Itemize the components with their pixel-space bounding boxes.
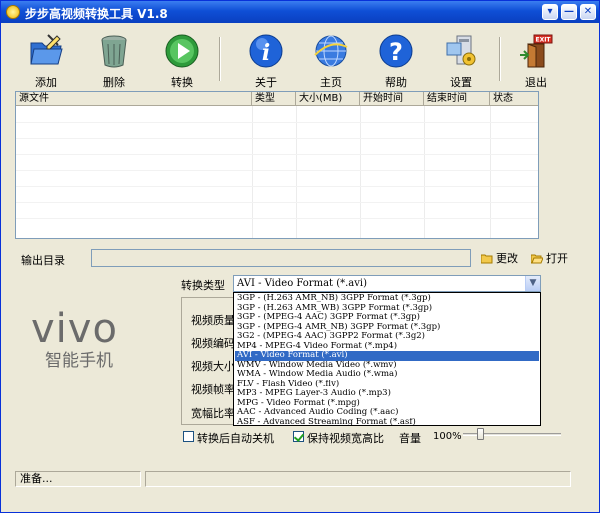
globe-icon [314, 35, 348, 67]
format-option[interactable]: 3GP - (H.263 AMR_NB) 3GPP Format (*.3gp) [235, 294, 539, 304]
settings-label: 设置 [450, 76, 472, 89]
minimize-button[interactable]: — [561, 4, 577, 20]
info-mark: i [262, 40, 270, 66]
grid-row-line [16, 122, 538, 123]
convert-type-dropdown-list[interactable]: 3GP - (H.263 AMR_NB) 3GPP Format (*.3gp)… [233, 292, 541, 426]
trash-icon [101, 35, 127, 68]
open-folder-icon [531, 254, 543, 264]
change-dir-label: 更改 [496, 252, 518, 265]
column-size[interactable]: 大小(MB) [296, 92, 360, 106]
help-button[interactable]: ? 帮助 [367, 31, 425, 89]
format-option[interactable]: FLV - Flash Video (*.flv) [235, 380, 539, 390]
aspect-ratio-label: 宽幅比率 [191, 407, 235, 420]
format-option[interactable]: WMA - Window Media Audio (*.wma) [235, 370, 539, 380]
video-codec-label: 视频编码 [191, 337, 235, 350]
status-progress-pane [145, 471, 571, 487]
add-button[interactable]: 添加 [17, 31, 75, 89]
file-list[interactable]: 源文件 类型 大小(MB) 开始时间 结束时间 状态 [15, 91, 539, 239]
keep-aspect-checkbox[interactable] [293, 431, 304, 442]
column-source-file[interactable]: 源文件 [16, 92, 252, 106]
open-dir-button[interactable]: 打开 [531, 250, 568, 266]
video-size-label: 视频大小 [191, 360, 235, 373]
main-window: 步步高视频转换工具 V1.8 ▾ — ✕ 添加 删除 转换 i 关于 主页 ? … [0, 0, 600, 513]
format-option[interactable]: 3GP - (H.263 AMR_WB) 3GPP Format (*.3gp) [235, 304, 539, 314]
column-status[interactable]: 状态 [490, 92, 538, 106]
volume-slider-thumb[interactable] [477, 428, 484, 440]
format-option[interactable]: 3G2 - (MPEG-4 AAC) 3GPP2 Format (*.3g2) [235, 332, 539, 342]
grid-row-line [16, 202, 538, 203]
volume-label: 音量 [399, 432, 421, 445]
settings-button[interactable]: 设置 [432, 31, 490, 89]
delete-button[interactable]: 删除 [85, 31, 143, 89]
help-icon: ? [379, 34, 413, 68]
output-dir-label: 输出目录 [21, 254, 65, 267]
grid-row-line [16, 186, 538, 187]
convert-label: 转换 [171, 76, 193, 89]
vivo-logo: vivo 智能手机 [31, 306, 118, 371]
change-dir-button[interactable]: 更改 [481, 250, 518, 266]
format-option[interactable]: MP4 - MPEG-4 Video Format (*.mp4) [235, 342, 539, 352]
format-option[interactable]: ASF - Advanced Streaming Format (*.asf) [235, 418, 539, 428]
format-option[interactable]: WMV - Window Media Video (*.wmv) [235, 361, 539, 371]
play-icon [165, 34, 199, 68]
folder-add-icon [30, 34, 63, 65]
auto-shutdown-checkbox[interactable] [183, 431, 194, 442]
grid-row-line [16, 138, 538, 139]
folder-icon [481, 254, 493, 264]
volume-value: 100% [433, 431, 462, 442]
format-option[interactable]: AAC - Advanced Audio Coding (*.aac) [235, 408, 539, 418]
exit-button[interactable]: EXIT 退出 [507, 31, 565, 89]
file-list-header: 源文件 类型 大小(MB) 开始时间 结束时间 状态 [16, 92, 538, 106]
column-end-time[interactable]: 结束时间 [424, 92, 490, 106]
help-mark: ? [389, 38, 403, 66]
auto-shutdown-label: 转换后自动关机 [197, 432, 274, 445]
about-button[interactable]: i 关于 [237, 31, 295, 89]
output-dir-field[interactable] [91, 249, 471, 267]
format-option[interactable]: 3GP - (MPEG-4 AAC) 3GPP Format (*.3gp) [235, 313, 539, 323]
exit-door-icon: EXIT [520, 34, 553, 68]
settings-computer-icon [446, 35, 476, 66]
status-text: 准备... [15, 471, 141, 487]
minimize-dropdown-button[interactable]: ▾ [542, 4, 558, 20]
column-type[interactable]: 类型 [252, 92, 296, 106]
convert-type-selected: AVI - Video Format (*.avi) [237, 278, 368, 289]
open-dir-label: 打开 [546, 252, 568, 265]
title-bar[interactable]: 步步高视频转换工具 V1.8 ▾ — ✕ [1, 1, 599, 23]
home-button[interactable]: 主页 [302, 31, 360, 89]
exit-label: 退出 [525, 76, 547, 89]
grid-row-line [16, 154, 538, 155]
format-option[interactable]: MP3 - MPEG Layer-3 Audio (*.mp3) [235, 389, 539, 399]
status-bar: 准备... [1, 469, 599, 489]
home-label: 主页 [320, 76, 342, 89]
column-start-time[interactable]: 开始时间 [360, 92, 424, 106]
convert-type-label: 转换类型 [181, 279, 225, 292]
chevron-down-icon[interactable]: ▼ [525, 276, 540, 291]
toolbar-separator [499, 37, 501, 81]
vivo-logo-text: vivo [31, 306, 118, 352]
grid-row-line [16, 170, 538, 171]
toolbar: 添加 删除 转换 i 关于 主页 ? 帮助 设置 EXIT 退出 [1, 25, 599, 89]
delete-label: 删除 [103, 76, 125, 89]
vivo-tagline: 智能手机 [45, 351, 113, 371]
app-icon [6, 5, 20, 19]
format-option-selected[interactable]: AVI - Video Format (*.avi) [235, 351, 539, 361]
add-label: 添加 [35, 76, 57, 89]
convert-button[interactable]: 转换 [153, 31, 211, 89]
window-title: 步步高视频转换工具 V1.8 [25, 7, 168, 21]
video-framerate-label: 视频帧率 [191, 383, 235, 396]
help-label: 帮助 [385, 76, 407, 89]
format-option[interactable]: MPG - Video Format (*.mpg) [235, 399, 539, 409]
close-button[interactable]: ✕ [580, 4, 596, 20]
info-icon: i [249, 34, 283, 68]
convert-type-select[interactable]: AVI - Video Format (*.avi) ▼ [233, 275, 541, 292]
grid-row-line [16, 218, 538, 219]
about-label: 关于 [255, 76, 277, 89]
exit-sign-text: EXIT [535, 37, 551, 44]
toolbar-separator [219, 37, 221, 81]
keep-aspect-label: 保持视频宽高比 [307, 432, 384, 445]
video-quality-label: 视频质量 [191, 314, 235, 327]
format-option[interactable]: 3GP - (MPEG-4 AMR_NB) 3GPP Format (*.3gp… [235, 323, 539, 333]
